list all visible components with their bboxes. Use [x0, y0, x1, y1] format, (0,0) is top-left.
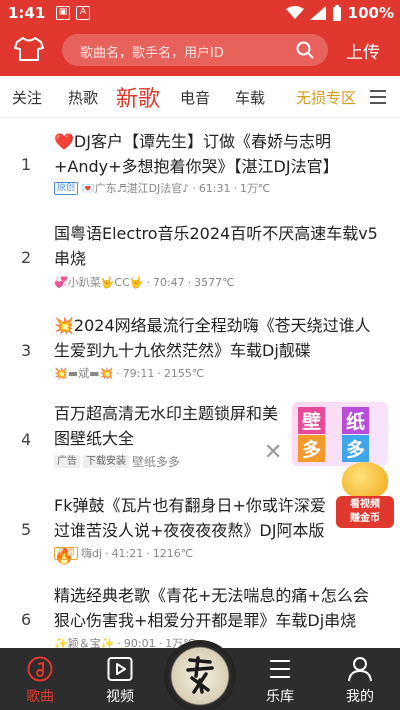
wifi-icon — [285, 6, 304, 19]
song-heat: 1216℃ — [152, 546, 194, 560]
battery-icon — [332, 5, 341, 21]
tab-hot[interactable]: 热歌 — [68, 87, 98, 108]
song-title[interactable]: 💥2024网络最流行全程劲嗨《苍天绕过谁人生爱到九十九依然茫然》车载Dj靓碟 — [54, 313, 384, 363]
ad-advertiser: 壁纸多多 — [132, 455, 181, 469]
song-duration: 79:11 — [122, 366, 155, 380]
nav-library[interactable]: 乐库 — [240, 648, 320, 710]
song-duration: 70:47 — [152, 275, 185, 289]
search-placeholder: 歌曲名，歌手名，用户ID — [80, 46, 224, 61]
nav-profile[interactable]: 我的 — [320, 648, 400, 710]
song-uploader[interactable]: 💞小趴菜🤟CC🤟 — [54, 274, 143, 290]
ad-image[interactable]: 壁 纸 多 多 — [292, 402, 388, 466]
tab-new[interactable]: 新歌 — [116, 81, 160, 113]
tab-follow[interactable]: 关注 — [12, 87, 42, 108]
app-header: 1:41 ▣ A 100% 歌曲名，歌手名，用户ID 上传 — [0, 0, 400, 76]
song-duration: 61:31 — [198, 181, 231, 195]
download-install-button[interactable]: 下载安装 — [83, 455, 129, 468]
library-icon — [270, 660, 290, 678]
song-index: 3 — [21, 341, 32, 360]
ad-title[interactable]: 百万超高清无水印主题锁屏和美图壁纸大全 — [54, 401, 290, 451]
category-tabs: 关注 热歌 新歌 电音 车载 无损专区 — [0, 76, 400, 118]
song-heat: 3577℃ — [194, 275, 235, 289]
status-time: 1:41 — [8, 4, 46, 22]
notification-icon: ▣ — [56, 6, 70, 20]
song-heat: 1万℃ — [240, 182, 271, 195]
tab-electronic[interactable]: 电音 — [180, 87, 210, 108]
app-notification-icon: A — [76, 6, 90, 20]
tabs-menu-icon[interactable] — [370, 90, 386, 108]
upload-button[interactable]: 上传 — [346, 38, 380, 63]
skin-theme-icon[interactable] — [14, 36, 44, 62]
search-icon[interactable] — [296, 41, 314, 59]
lossless-badge: 无损 — [54, 546, 79, 560]
coin-reward-button[interactable]: 看视频 赚金币 — [336, 462, 394, 530]
song-heat: 2155℃ — [163, 366, 205, 380]
status-bar: 1:41 ▣ A 100% — [0, 0, 400, 26]
song-duration: 41:21 — [111, 546, 144, 560]
video-icon — [107, 657, 133, 681]
song-uploader[interactable]: 嗨dj — [81, 545, 102, 561]
song-index: 2 — [21, 248, 32, 267]
coin-icon — [342, 462, 388, 498]
song-index: 4 — [21, 430, 32, 449]
song-index: 6 — [21, 610, 32, 629]
song-uploader[interactable]: 💌广东♬湛江DJ法官♪ — [81, 180, 189, 196]
song-title[interactable]: 精选经典老歌《青花+无法喘息的痛+怎么会狠心伤害我+相爱分开都是罪》车载Dj串烧 — [54, 583, 384, 633]
ad-badge: 广告 — [54, 455, 80, 468]
nav-videos[interactable]: 视频 — [80, 648, 160, 710]
profile-icon — [348, 657, 372, 682]
nav-songs[interactable]: 歌曲 — [0, 648, 80, 710]
calligraphy-logo-icon — [186, 656, 214, 694]
signal-icon — [309, 6, 326, 20]
song-icon — [27, 656, 53, 682]
search-input[interactable]: 歌曲名，歌手名，用户ID — [62, 34, 328, 66]
song-index: 5 — [21, 520, 32, 539]
song-title[interactable]: ❤️DJ客户【谭先生】订做《春娇与志明+Andy+多想抱着你哭》【湛江DJ法官】 — [54, 129, 384, 179]
song-title[interactable]: 国粤语Electro音乐2024百听不厌高速车载v5串烧 — [54, 221, 384, 271]
close-icon[interactable]: ✕ — [264, 440, 282, 465]
tab-car[interactable]: 车载 — [235, 87, 265, 108]
song-uploader[interactable]: 💥▬斌▬💥 — [54, 365, 113, 381]
original-badge: 原创 — [54, 181, 79, 195]
song-index: 1 — [21, 155, 32, 174]
tab-lossless[interactable]: 无损专区 — [296, 87, 356, 108]
battery-percent: 100% — [347, 4, 394, 22]
